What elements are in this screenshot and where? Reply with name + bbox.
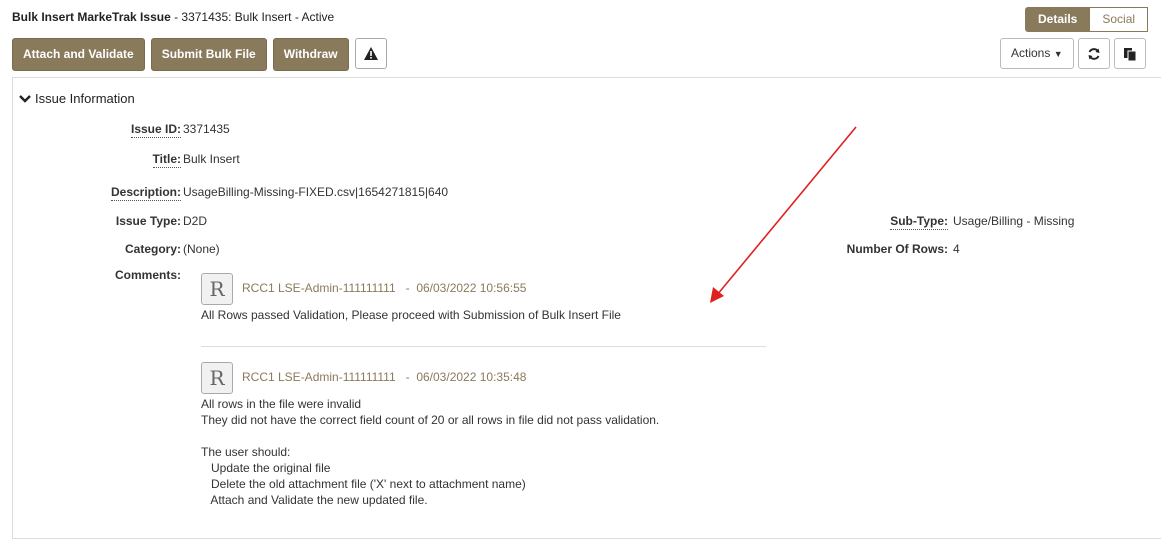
attach-and-validate-button[interactable]: Attach and Validate <box>12 38 145 71</box>
issue-type-label: Issue Type: <box>115 214 181 228</box>
view-tabs: Details Social <box>1025 7 1149 32</box>
copy-icon <box>1123 47 1137 61</box>
comment-timestamp: 06/03/2022 10:35:48 <box>416 370 527 384</box>
warning-button[interactable] <box>354 38 387 69</box>
issue-panel: Issue Information Issue ID: 3371435 Titl… <box>12 77 1161 539</box>
comment-author: RCC1 LSE-Admin-111111111 <box>242 370 396 384</box>
description-value: UsageBilling-Missing-FIXED.csv|165427181… <box>183 185 449 199</box>
number-of-rows-label: Number Of Rows: <box>846 242 948 256</box>
avatar: R <box>201 273 233 305</box>
tab-social[interactable]: Social <box>1090 7 1149 32</box>
comment-header: RCC1 LSE-Admin-111111111 - 06/03/2022 10… <box>242 370 527 384</box>
refresh-button[interactable] <box>1077 38 1110 69</box>
right-toolbar: Actions ▼ <box>1000 38 1146 69</box>
section-toggle[interactable]: Issue Information <box>19 91 135 106</box>
comment-header: RCC1 LSE-Admin-111111111 - 06/03/2022 10… <box>242 281 527 295</box>
refresh-icon <box>1088 47 1100 60</box>
number-of-rows-value: 4 <box>953 242 960 256</box>
chevron-down-icon <box>19 94 31 103</box>
action-toolbar: Attach and Validate Submit Bulk File Wit… <box>12 38 387 71</box>
comments-label: Comments: <box>114 268 181 282</box>
avatar: R <box>201 362 233 394</box>
page-title: Bulk Insert MarkeTrak Issue - 3371435: B… <box>12 10 335 24</box>
issue-id-label: Issue ID: <box>130 122 181 138</box>
subtype-label: Sub-Type: <box>890 214 948 230</box>
issue-id-value: 3371435 <box>183 122 230 136</box>
issue-type-value: D2D <box>183 214 208 228</box>
submit-bulk-file-button[interactable]: Submit Bulk File <box>150 38 267 71</box>
comment-text: All Rows passed Validation, Please proce… <box>201 308 621 322</box>
comment-author: RCC1 LSE-Admin-111111111 <box>242 281 396 295</box>
actions-dropdown[interactable]: Actions ▼ <box>1000 38 1074 69</box>
actions-label: Actions <box>1011 46 1051 60</box>
tab-details[interactable]: Details <box>1025 7 1091 32</box>
description-label: Description: <box>110 185 181 201</box>
withdraw-button[interactable]: Withdraw <box>272 38 349 71</box>
title-value: Bulk Insert <box>183 152 240 166</box>
section-title: Issue Information <box>35 91 135 106</box>
dropdown-caret-icon: ▼ <box>1053 49 1063 59</box>
comment-divider <box>201 346 766 347</box>
category-value: (None) <box>183 242 220 256</box>
subtype-value: Usage/Billing - Missing <box>953 214 1075 228</box>
copy-button[interactable] <box>1113 38 1146 69</box>
comment-text: All rows in the file were invalid They d… <box>201 397 660 507</box>
warning-icon <box>363 47 378 60</box>
title-label: Title: <box>152 152 181 168</box>
category-label: Category: <box>124 242 181 256</box>
comment-timestamp: 06/03/2022 10:56:55 <box>416 281 527 295</box>
